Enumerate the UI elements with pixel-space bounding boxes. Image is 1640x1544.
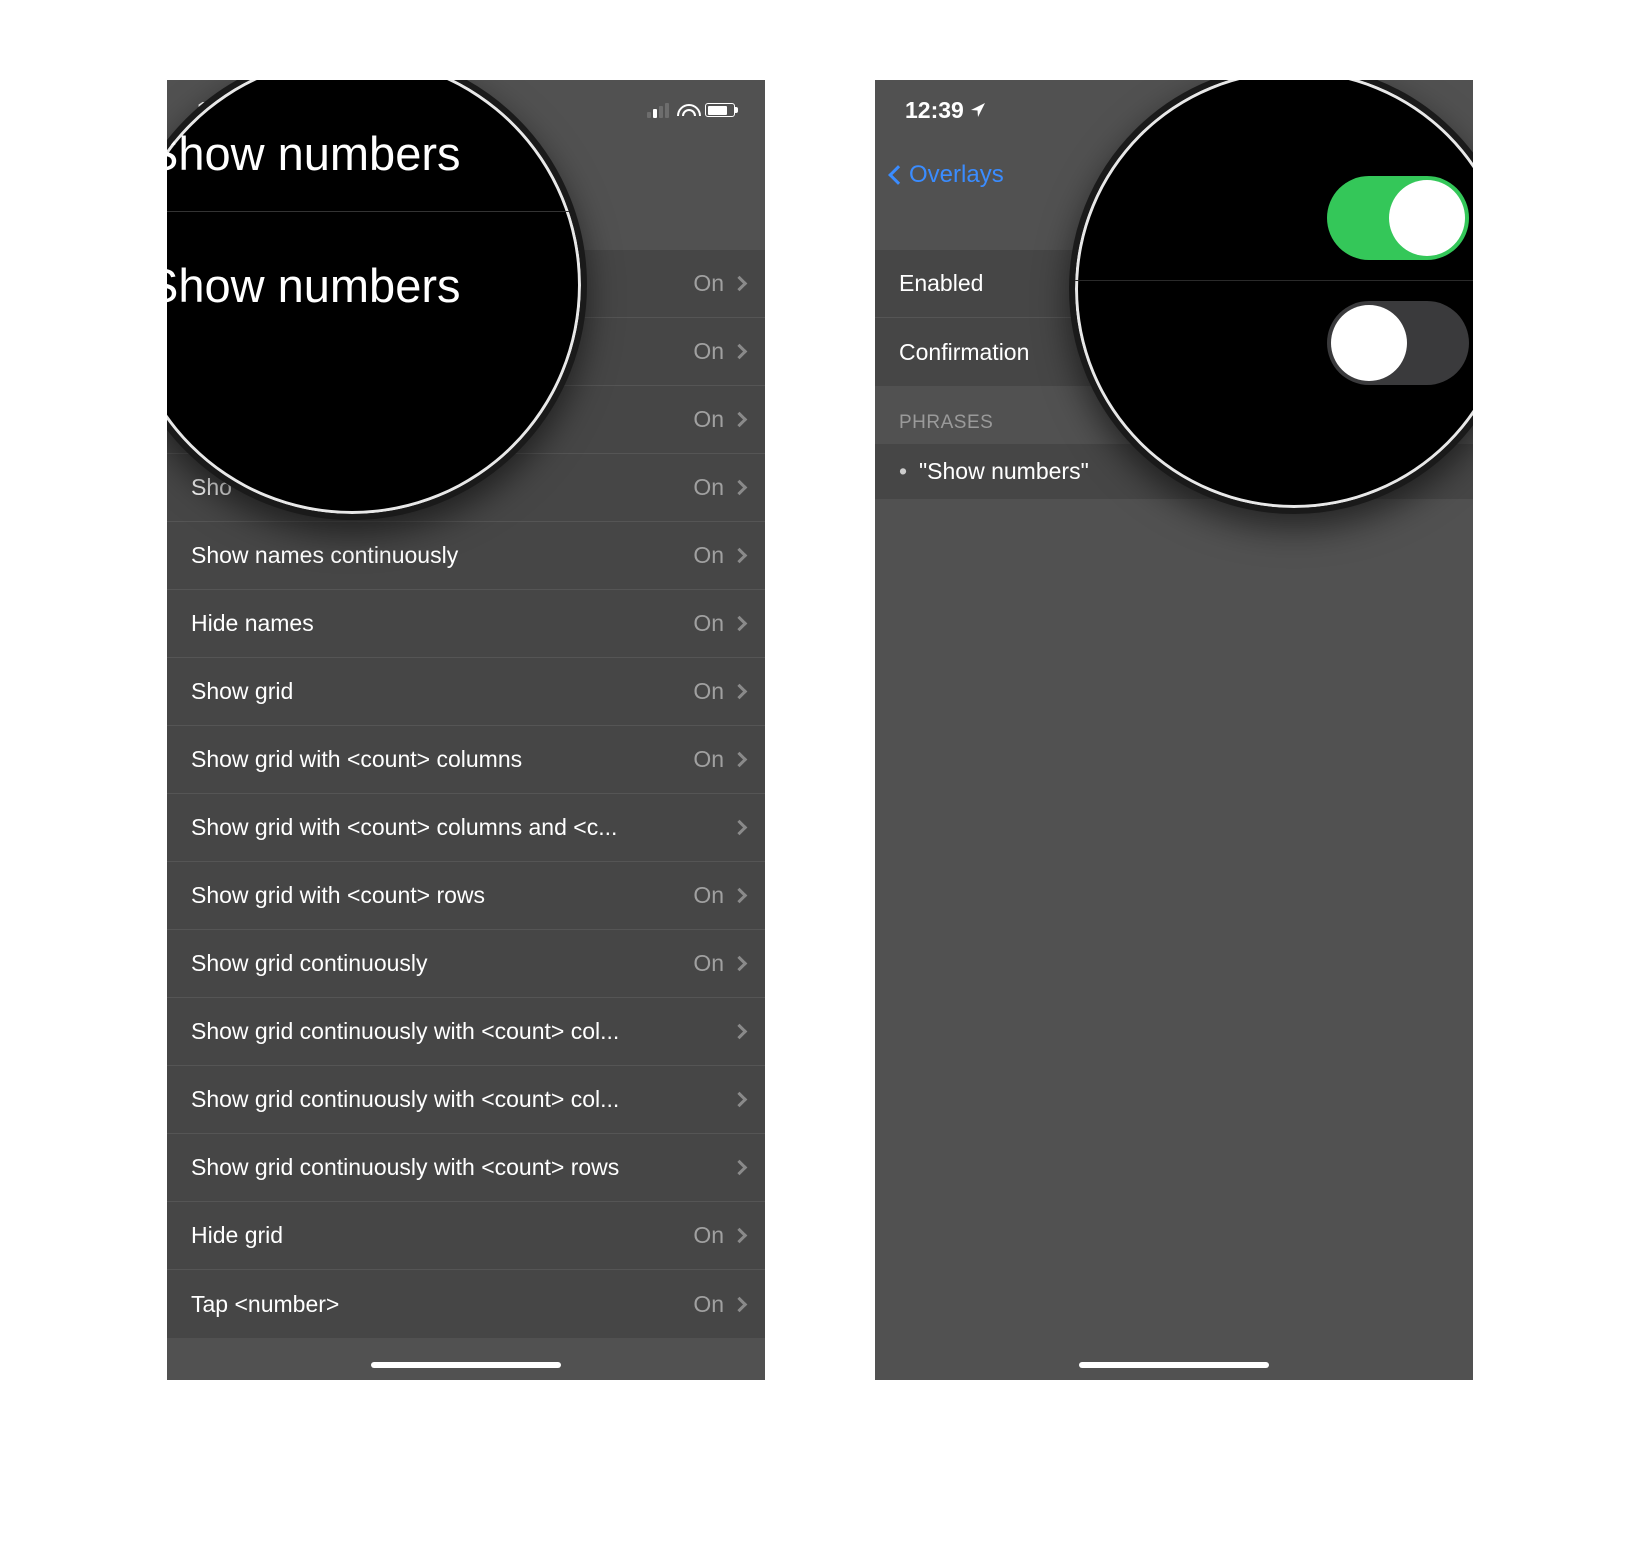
chevron-right-icon [732,888,748,904]
mag-line-show-numbers: Show numbers [167,96,581,212]
list-item[interactable]: Hide gridOn [167,1202,765,1270]
chevron-right-icon [732,684,748,700]
list-item[interactable]: Show grid with <count> rowsOn [167,862,765,930]
list-item[interactable]: Show grid continuouslyOn [167,930,765,998]
list-item[interactable]: Show gridOn [167,658,765,726]
chevron-right-icon [732,956,748,972]
chevron-right-icon [732,344,748,360]
home-indicator[interactable] [371,1362,561,1368]
list-item[interactable]: Show grid with <count> columns and <c... [167,794,765,862]
status-time: 12:39 [905,97,964,124]
cellular-icon [647,103,669,118]
battery-icon [705,103,735,117]
back-button-overlays[interactable]: Overlays [891,161,1004,189]
chevron-right-icon [732,1024,748,1040]
enabled-toggle[interactable] [1327,176,1469,260]
chevron-left-icon [888,165,908,185]
location-icon [970,97,986,124]
phone-left-overlays-list: 12: On On On ShoOn Show names continuous… [167,80,765,1380]
chevron-right-icon [732,1092,748,1108]
chevron-right-icon [732,820,748,836]
confirmation-toggle[interactable] [1327,301,1469,385]
list-item[interactable]: Tap <number>On [167,1270,765,1338]
chevron-right-icon [732,548,748,564]
mag-line-show-numbers: Show numbers [167,212,581,343]
chevron-right-icon [732,412,748,428]
chevron-right-icon [732,616,748,632]
list-item[interactable]: Show names continuouslyOn [167,522,765,590]
chevron-right-icon [732,480,748,496]
home-indicator[interactable] [1079,1362,1269,1368]
chevron-right-icon [732,1296,748,1312]
list-item[interactable]: Show grid continuously with <count> col.… [167,1066,765,1134]
chevron-right-icon [732,1160,748,1176]
list-item[interactable]: Show grid continuously with <count> col.… [167,998,765,1066]
list-item[interactable]: Show grid with <count> columnsOn [167,726,765,794]
chevron-right-icon [732,276,748,292]
list-item[interactable]: Show grid continuously with <count> rows [167,1134,765,1202]
chevron-right-icon [732,1228,748,1244]
chevron-right-icon [732,752,748,768]
phone-right-command-detail: 12:39 Overlays S Enabled Confirmation PH… [875,80,1473,1380]
list-item[interactable]: Hide namesOn [167,590,765,658]
wifi-icon [677,102,697,118]
